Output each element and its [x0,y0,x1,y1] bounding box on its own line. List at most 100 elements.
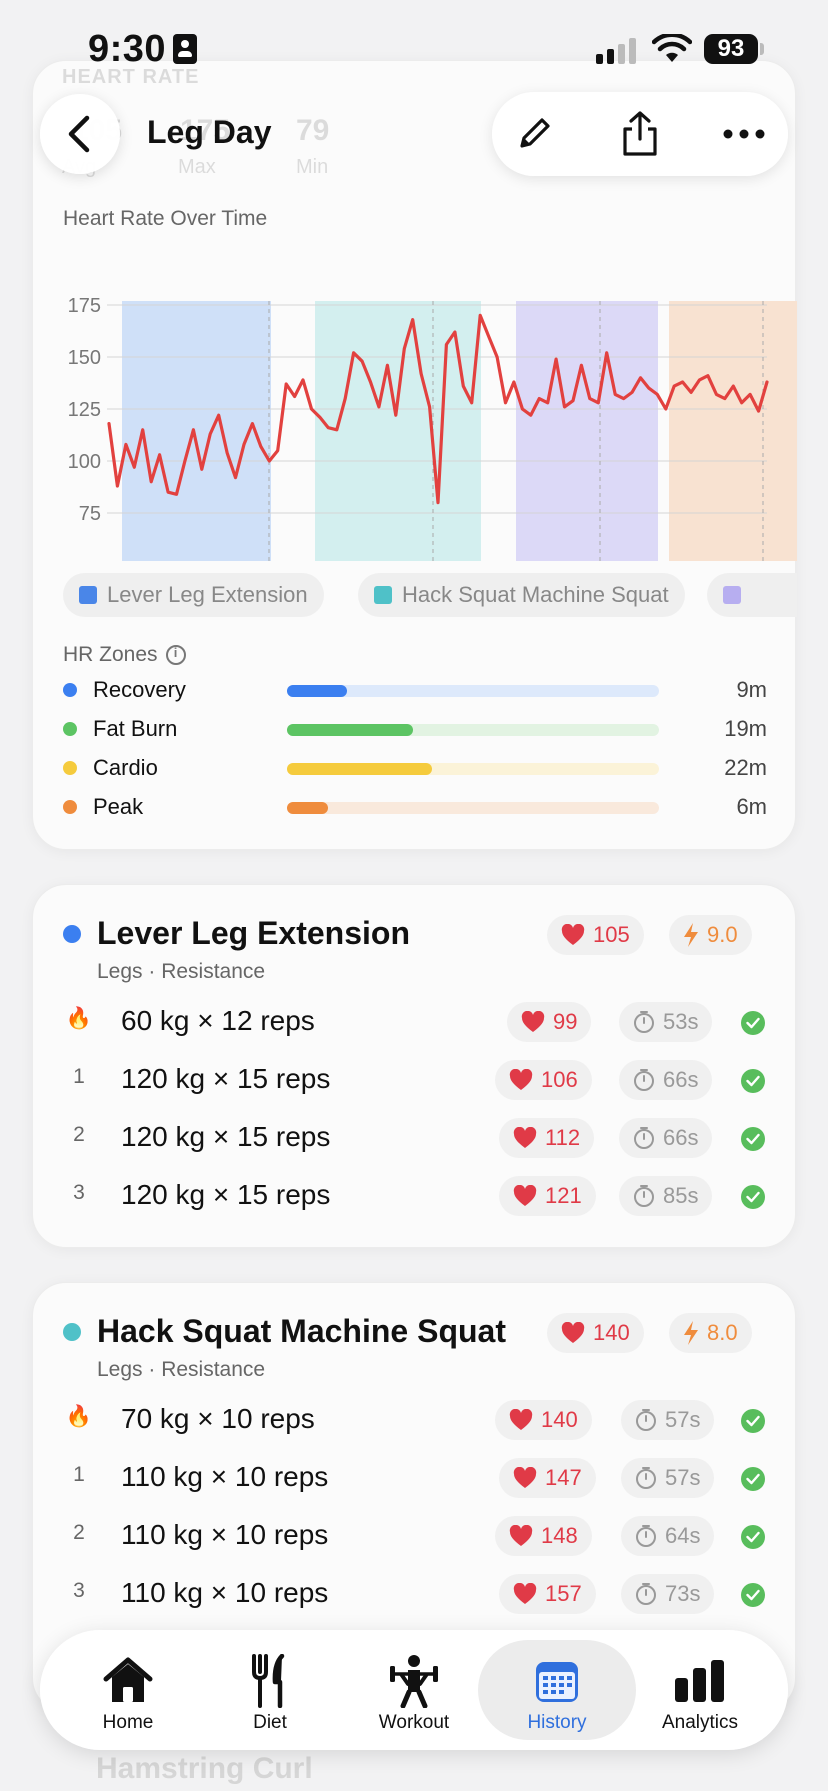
set-duration: 85s [619,1176,713,1216]
heart-rate-chart: 175150125100757:43 PM7:58 PM8:13 PM [68,295,797,561]
zone-label: Peak [93,794,144,819]
zone-row-cardio: Cardio 22m [63,753,767,783]
set-duration: 66s [619,1060,713,1100]
set-heart-rate: 140 [495,1400,592,1440]
calendar-icon [529,1654,585,1708]
set-row-1: 1 110 kg × 10 reps 147 57s [33,1453,797,1503]
completed-check-icon[interactable] [741,1011,765,1035]
set-row-1: 1 120 kg × 15 reps 106 66s [33,1055,797,1105]
set-heart-rate-value: 140 [541,1407,578,1432]
completed-check-icon[interactable] [741,1583,765,1607]
set-number: 3 [73,1181,85,1204]
legend-chip[interactable]: Hack Squat Machine Squat [358,573,685,617]
next-exercise-name: Hamstring Curl [96,1752,313,1785]
y-tick-label: 100 [68,451,101,473]
timer-icon [636,1525,656,1547]
contact-card-icon [173,34,197,64]
set-duration-value: 53s [663,1009,699,1034]
timer-icon [636,1467,656,1489]
hr-zones-title: HR Zones [63,643,186,667]
more-button[interactable] [714,104,774,164]
set-heart-rate: 157 [499,1574,596,1614]
zone-track [287,763,659,775]
exercise-category: Legs · Resistance [97,1358,266,1381]
heart-icon [509,1409,533,1430]
set-duration-value: 85s [663,1183,699,1208]
timer-icon [634,1185,654,1207]
exercise-name: Lever Leg Extension [97,915,410,951]
zone-dot [63,800,77,814]
set-duration: 73s [621,1574,715,1614]
zone-track [287,802,659,814]
status-bar: 9:30 93 [0,0,828,96]
share-icon [623,111,657,156]
back-button[interactable] [40,94,120,174]
legend-chip[interactable]: Lever Leg Extension [63,573,324,617]
legend-label: Hack Squat Machine Squat [402,582,669,607]
completed-check-icon[interactable] [741,1409,765,1433]
avg-heart-rate-badge: 105 [547,915,644,955]
completed-check-icon[interactable] [741,1525,765,1549]
heart-icon [521,1011,545,1032]
set-description: 120 kg × 15 reps [121,1121,331,1152]
tab-label: Workout [378,1712,450,1733]
set-duration-value: 66s [663,1125,699,1150]
heart-icon [509,1069,533,1090]
chevron-left-icon [68,115,90,153]
timer-icon [634,1069,654,1091]
zone-dot [63,722,77,736]
set-duration: 57s [621,1458,715,1498]
zone-row-peak: Peak 6m [63,792,767,822]
avg-heart-rate-value: 105 [593,922,630,947]
zone-label: Fat Burn [93,716,178,741]
tab-history[interactable]: History [478,1640,636,1740]
exercise-card-lever-leg-extension[interactable]: Lever Leg Extension Legs · Resistance 10… [32,884,796,1248]
set-heart-rate: 148 [495,1516,592,1556]
y-tick-label: 175 [68,295,101,317]
completed-check-icon[interactable] [741,1467,765,1491]
set-description: 120 kg × 15 reps [121,1063,331,1094]
heart-icon [513,1467,537,1488]
edit-button[interactable] [504,104,564,164]
share-button[interactable] [610,104,670,164]
set-duration-value: 57s [665,1465,701,1490]
lightning-icon [684,1321,698,1345]
set-duration-value: 73s [665,1581,701,1606]
status-time: 9:30 [88,28,167,70]
set-heart-rate-value: 157 [545,1581,582,1606]
zone-label: Recovery [93,677,186,702]
set-description: 110 kg × 10 reps [121,1461,329,1492]
legend-chip[interactable] [707,573,797,617]
tab-label: History [527,1712,587,1733]
tab-home[interactable]: Home [58,1640,198,1740]
zone-time: 9m [736,677,767,702]
set-heart-rate-value: 112 [545,1125,581,1150]
y-tick-label: 150 [68,347,101,369]
legend-swatch [374,586,392,604]
set-duration-value: 57s [665,1407,701,1432]
tab-workout[interactable]: Workout [344,1640,484,1740]
zone-row-recovery: Recovery 9m [63,675,767,705]
tab-analytics[interactable]: Analytics [630,1640,770,1740]
heart-icon [513,1127,537,1148]
navigation-bar: Leg Day [0,80,828,190]
set-number: 2 [73,1521,85,1544]
completed-check-icon[interactable] [741,1185,765,1209]
set-row-warmup: 🔥 70 kg × 10 reps 140 57s [33,1395,797,1445]
zone-track [287,724,659,736]
set-description: 60 kg × 12 reps [121,1005,315,1036]
exercise-category: Legs · Resistance [97,960,266,983]
info-icon[interactable] [165,645,186,665]
warmup-flame-icon: 🔥 [65,1405,93,1428]
warmup-flame-icon: 🔥 [65,1007,93,1030]
completed-check-icon[interactable] [741,1069,765,1093]
avg-heart-rate-badge: 140 [547,1313,644,1353]
set-heart-rate: 112 [499,1118,595,1158]
set-description: 120 kg × 15 reps [121,1179,331,1210]
nav-actions-group [492,92,788,176]
tab-diet[interactable]: Diet [200,1640,340,1740]
house-icon [100,1654,156,1708]
set-heart-rate-value: 148 [541,1523,578,1548]
zone-dot [63,761,77,775]
completed-check-icon[interactable] [741,1127,765,1151]
